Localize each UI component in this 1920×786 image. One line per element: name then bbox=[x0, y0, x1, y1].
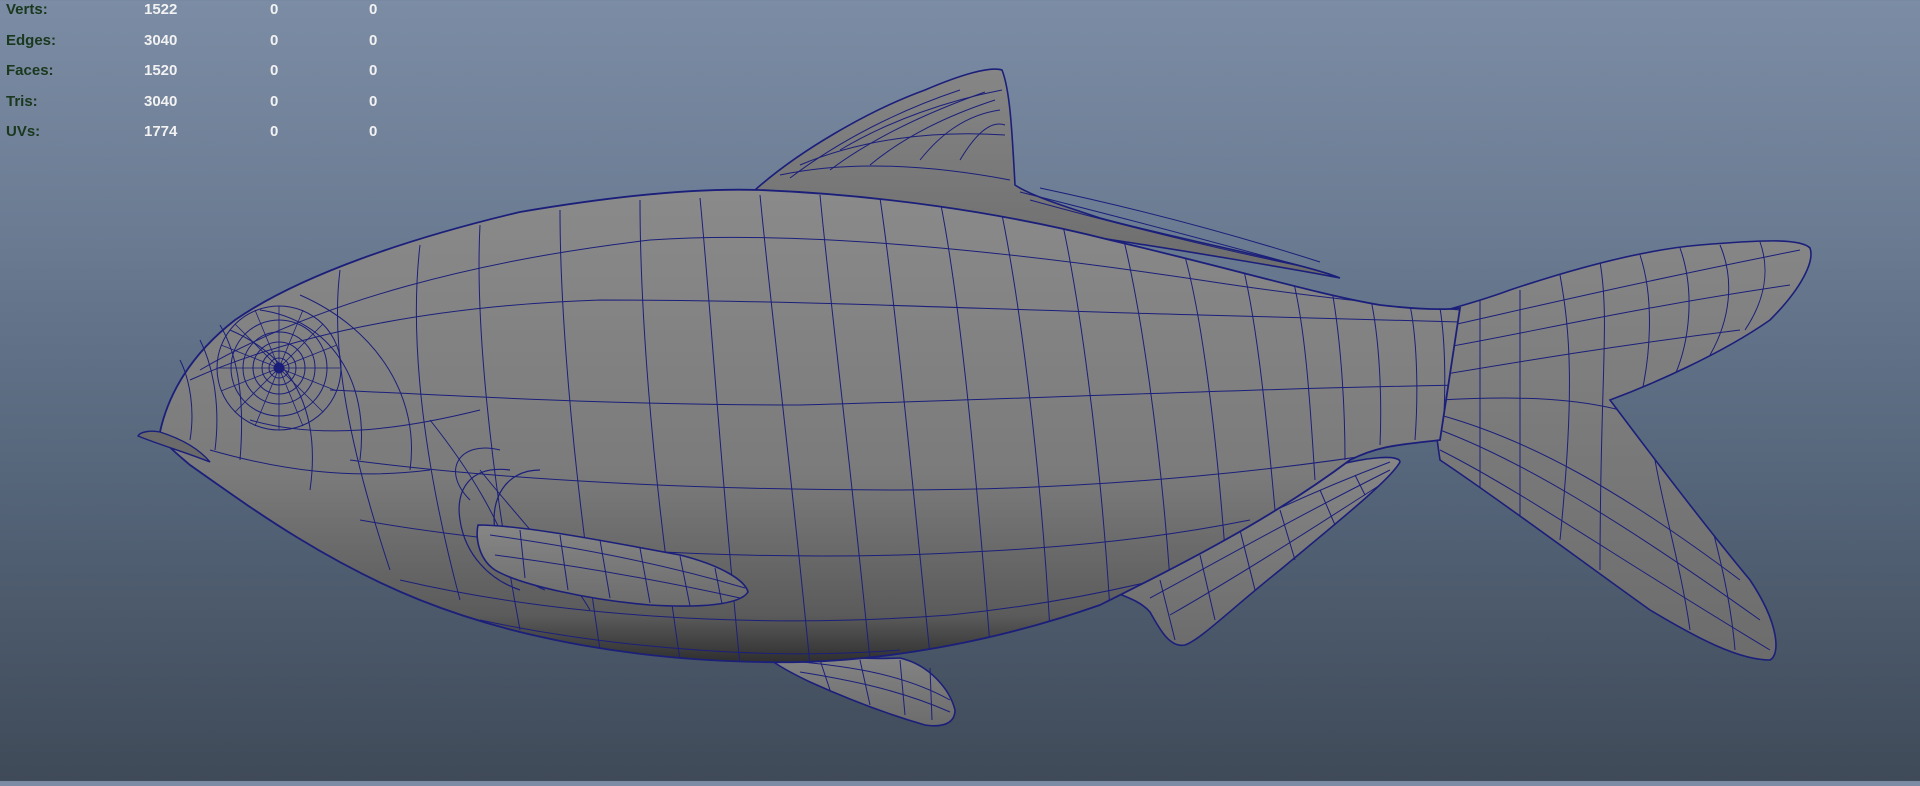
hud-value-selected: 0 bbox=[270, 92, 279, 110]
hud-value-object: 1522 bbox=[144, 1, 178, 18]
hud-row-uvs: UVs: 1774 0 0 bbox=[6, 122, 406, 153]
hud-label: Verts: bbox=[6, 1, 48, 18]
hud-value-object: 1774 bbox=[144, 123, 178, 140]
hud-row-edges: Edges: 3040 0 0 bbox=[6, 31, 406, 62]
hud-value-selected: 0 bbox=[270, 123, 279, 140]
hud-value-component: 0 bbox=[369, 123, 378, 140]
hud-label: Tris: bbox=[6, 92, 38, 110]
hud-value-component: 0 bbox=[369, 31, 378, 49]
hud-value-component: 0 bbox=[369, 1, 378, 18]
hud-value-selected: 0 bbox=[270, 31, 279, 49]
3d-viewport[interactable]: Verts: 1522 0 0 Edges: 3040 0 0 Faces: 1… bbox=[0, 0, 1920, 781]
hud-row-faces: Faces: 1520 0 0 bbox=[6, 61, 406, 92]
hud-value-object: 1520 bbox=[144, 62, 178, 79]
hud-label: Edges: bbox=[6, 31, 57, 49]
hud-label: UVs: bbox=[6, 123, 41, 140]
hud-value-selected: 0 bbox=[270, 1, 279, 18]
hud-value-component: 0 bbox=[369, 62, 378, 79]
poly-count-hud: Verts: 1522 0 0 Edges: 3040 0 0 Faces: 1… bbox=[6, 0, 406, 153]
hud-value-component: 0 bbox=[369, 92, 378, 110]
eye bbox=[216, 305, 342, 431]
hud-row-tris: Tris: 3040 0 0 bbox=[6, 92, 406, 123]
tail-fin bbox=[1419, 240, 1812, 661]
hud-value-object: 3040 bbox=[144, 92, 178, 110]
hud-label: Faces: bbox=[6, 62, 54, 79]
hud-value-selected: 0 bbox=[270, 62, 279, 79]
hud-value-object: 3040 bbox=[144, 31, 178, 49]
hud-row-verts: Verts: 1522 0 0 bbox=[6, 0, 406, 31]
